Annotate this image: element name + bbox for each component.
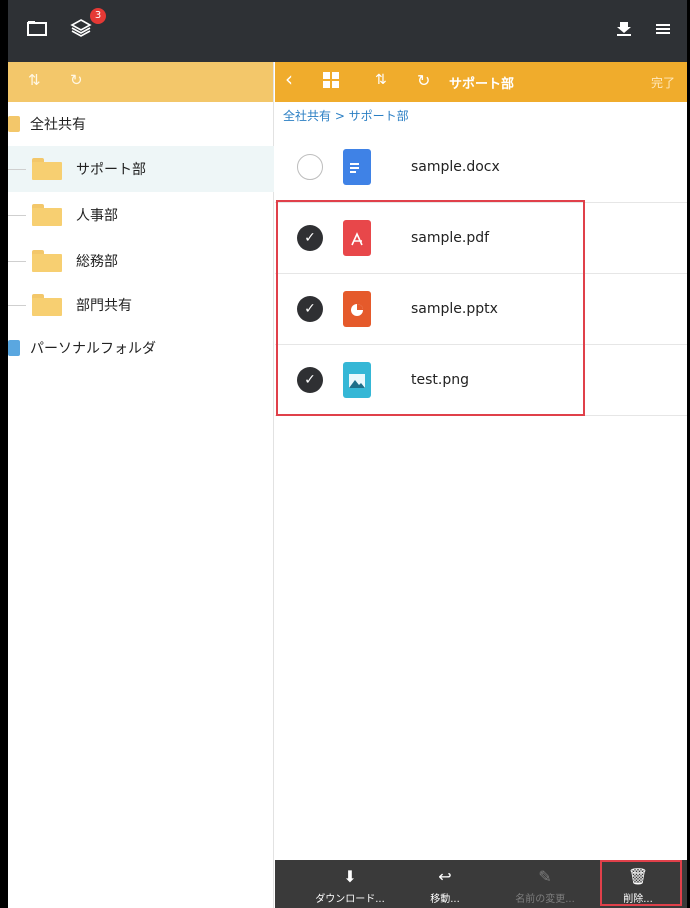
download-label: ダウンロード... xyxy=(315,894,385,905)
file-name: sample.docx xyxy=(411,159,500,175)
selection-highlight xyxy=(276,200,585,416)
folder-tree-panel: ⇅ ↻ 全社共有 サポート部 人事部 総務部 部門共有 パーソナルフォルダ xyxy=(8,62,274,908)
pencil-icon: ✎ xyxy=(538,867,552,886)
tree-item-hr[interactable]: 人事部 xyxy=(8,192,274,238)
download-icon: ⬇ xyxy=(343,867,357,886)
rename-button[interactable]: ✎ 名前の変更... xyxy=(500,860,590,908)
folder-icon xyxy=(32,204,62,226)
tree-item-label: 総務部 xyxy=(76,254,118,270)
move-label: 移動... xyxy=(430,894,460,905)
toolbar-title: サポート部 xyxy=(449,77,515,92)
tree-connector xyxy=(8,214,26,216)
folder-icon[interactable] xyxy=(26,18,48,43)
layers-icon[interactable] xyxy=(70,18,92,43)
folder-icon xyxy=(32,294,62,316)
refresh-icon[interactable]: ↻ xyxy=(70,71,83,89)
tree-item-support[interactable]: サポート部 xyxy=(8,146,274,192)
folder-icon xyxy=(32,250,62,272)
done-button[interactable]: 完了 xyxy=(651,74,675,91)
file-row[interactable]: sample.docx xyxy=(275,132,687,203)
reply-arrow-icon: ↩ xyxy=(438,867,452,886)
tree-connector xyxy=(8,260,26,262)
tree-root-personal[interactable]: パーソナルフォルダ xyxy=(8,328,156,368)
docx-file-icon xyxy=(343,149,371,185)
tree-connector xyxy=(8,168,26,170)
tree-item-label: 部門共有 xyxy=(76,298,132,314)
move-button[interactable]: ↩ 移動... xyxy=(400,860,490,908)
download-icon[interactable] xyxy=(616,18,632,42)
left-toolbar: ⇅ ↻ xyxy=(8,62,273,102)
tree-root-label: 全社共有 xyxy=(30,117,86,133)
file-list-panel: ‹ ⇅ ↻ サポート部 完了 全社共有 > サポート部 sample.docx … xyxy=(275,62,687,908)
tree-item-general-affairs[interactable]: 総務部 xyxy=(8,238,274,284)
tree-root-label: パーソナルフォルダ xyxy=(30,341,156,357)
tree-item-label: サポート部 xyxy=(76,162,146,178)
download-button[interactable]: ⬇ ダウンロード... xyxy=(305,860,395,908)
tree-item-department-shared[interactable]: 部門共有 xyxy=(8,282,274,328)
refresh-icon[interactable]: ↻ xyxy=(417,71,430,90)
rename-label: 名前の変更... xyxy=(515,894,575,905)
tree-connector xyxy=(8,304,26,306)
back-chevron-icon[interactable]: ‹ xyxy=(285,67,293,91)
top-bar: 3 xyxy=(8,0,687,62)
sort-icon[interactable]: ⇅ xyxy=(28,71,41,89)
shared-folder-icon xyxy=(8,116,20,132)
tree-root-shared[interactable]: 全社共有 xyxy=(8,104,86,144)
tree-item-label: 人事部 xyxy=(76,208,118,224)
folder-open-icon xyxy=(32,158,62,180)
select-checkbox[interactable] xyxy=(297,154,323,180)
right-toolbar: ‹ ⇅ ↻ サポート部 完了 xyxy=(275,62,687,102)
grid-view-icon[interactable] xyxy=(323,72,339,92)
notification-badge: 3 xyxy=(90,8,106,24)
personal-folder-icon xyxy=(8,340,20,356)
menu-icon[interactable] xyxy=(655,18,671,42)
breadcrumb[interactable]: 全社共有 > サポート部 xyxy=(275,102,687,132)
delete-highlight xyxy=(600,860,682,906)
sort-icon[interactable]: ⇅ xyxy=(375,72,387,88)
